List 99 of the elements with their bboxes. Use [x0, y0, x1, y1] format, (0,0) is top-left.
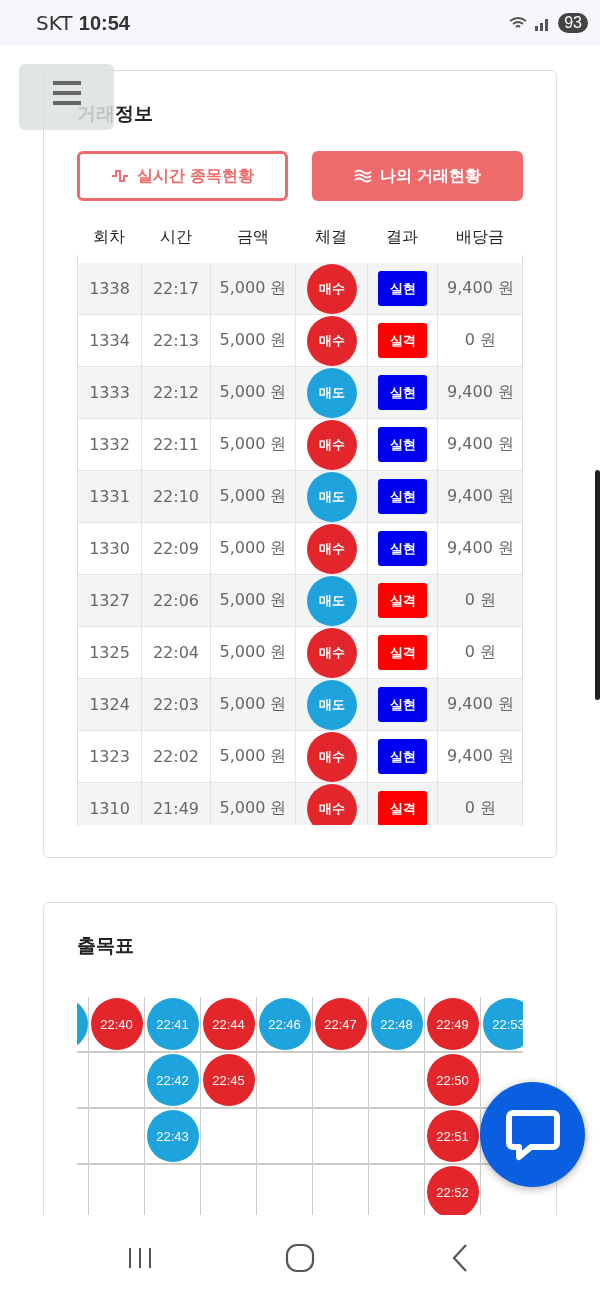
table-cell: 22:13 — [142, 315, 211, 366]
result-circle: 22:51 — [426, 1110, 479, 1162]
table-cell: 1331 — [78, 471, 142, 522]
result-circle: 22:43 — [146, 1110, 199, 1162]
home-icon — [285, 1242, 315, 1273]
table-cell: 5,000 원 — [211, 315, 296, 366]
result-circle: 22:41 — [146, 998, 199, 1050]
carrier-time: SKT 10:54 — [36, 10, 130, 35]
table-cell: 22:06 — [142, 575, 211, 626]
table-cell: 5,000 원 — [211, 679, 296, 730]
result-badge: 실격 — [378, 583, 427, 618]
side-circle: 매수 — [306, 419, 357, 470]
side-circle: 매수 — [306, 263, 357, 314]
table-cell: 1334 — [78, 315, 142, 366]
table-cell: 9,400 원 — [438, 523, 522, 574]
table-cell: 0 원 — [438, 627, 522, 678]
table-cell: 22:09 — [142, 523, 211, 574]
column-header: 시간 — [158, 226, 193, 248]
result-circle: 22:42 — [146, 1054, 199, 1106]
result-badge: 실현 — [378, 687, 427, 722]
column-header: 금액 — [235, 226, 270, 248]
battery-level: 93 — [558, 12, 588, 33]
side-circle: 매도 — [306, 367, 357, 418]
chat-icon — [504, 1108, 561, 1161]
table-cell: 22:03 — [142, 679, 211, 730]
table-cell: 5,000 원 — [211, 367, 296, 418]
result-badge: 실현 — [378, 531, 427, 566]
pulse-icon — [110, 169, 129, 183]
chat-button[interactable] — [480, 1082, 585, 1187]
side-circle: 매도 — [306, 575, 357, 626]
menu-icon — [53, 80, 81, 106]
table-cell: 5,000 원 — [211, 523, 296, 574]
column-header: 체결 — [314, 226, 348, 248]
recent-apps-icon — [126, 1245, 154, 1270]
table-cell: 5,000 원 — [211, 471, 296, 522]
result-circle: 22:49 — [426, 998, 479, 1050]
table-cell: 5,000 원 — [211, 783, 296, 825]
back-icon — [450, 1242, 470, 1273]
result-badge: 실현 — [378, 739, 427, 774]
result-badge: 실현 — [378, 375, 427, 410]
side-circle: 매수 — [306, 783, 357, 825]
table-cell: 22:11 — [142, 419, 211, 470]
table-cell: 1333 — [78, 367, 142, 418]
result-circle: 22:46 — [258, 998, 311, 1050]
table-cell: 22:17 — [142, 263, 211, 314]
table-cell: 0 원 — [438, 315, 522, 366]
side-circle: 매수 — [306, 731, 357, 782]
table-cell: 9,400 원 — [438, 731, 522, 782]
result-circle: 22:45 — [202, 1054, 255, 1106]
table-cell: 5,000 원 — [211, 575, 296, 626]
table-cell: 22:02 — [142, 731, 211, 782]
side-circle: 매도 — [306, 679, 357, 730]
result-badge: 실현 — [378, 271, 427, 306]
result-circle: 22:47 — [314, 998, 367, 1050]
result-circle: 22:50 — [426, 1054, 479, 1106]
table-cell: 0 원 — [438, 783, 522, 825]
table-cell: 22:12 — [142, 367, 211, 418]
table-cell: 1323 — [78, 731, 142, 782]
table-cell: 1324 — [78, 679, 142, 730]
result-circle: 22:48 — [370, 998, 423, 1050]
result-circle: 22:52 — [426, 1166, 479, 1215]
table-cell: 5,000 원 — [211, 627, 296, 678]
table-cell: 0 원 — [438, 575, 522, 626]
table-cell: 1310 — [78, 783, 142, 825]
table-cell: 9,400 원 — [438, 471, 522, 522]
table-cell: 1338 — [78, 263, 142, 314]
table-cell: 1325 — [78, 627, 142, 678]
table-cell: 9,400 원 — [438, 419, 522, 470]
table-cell: 5,000 원 — [211, 263, 296, 314]
tab[interactable]: 실시간 종목현황 — [77, 151, 288, 201]
side-circle: 매수 — [306, 315, 357, 366]
side-circle: 매수 — [306, 627, 357, 678]
table-cell: 5,000 원 — [211, 731, 296, 782]
table-cell: 22:10 — [142, 471, 211, 522]
table-cell: 1332 — [78, 419, 142, 470]
table-cell: 22:04 — [142, 627, 211, 678]
result-badge: 실현 — [378, 479, 427, 514]
table-cell: 9,400 원 — [438, 263, 522, 314]
result-badge: 실격 — [378, 635, 427, 670]
result-circle: 22:40 — [90, 998, 143, 1050]
tab[interactable]: 나의 거래현황 — [312, 151, 523, 201]
column-header: 결과 — [385, 226, 419, 248]
side-circle: 매도 — [306, 471, 357, 522]
result-badge: 실현 — [378, 427, 427, 462]
table-cell: 9,400 원 — [438, 367, 522, 418]
result-badge: 실격 — [378, 791, 427, 825]
waves-icon — [353, 169, 372, 183]
side-circle: 매수 — [306, 523, 357, 574]
table-cell: 21:49 — [142, 783, 211, 825]
table-cell: 1330 — [78, 523, 142, 574]
scroll-handle[interactable] — [595, 470, 600, 700]
column-header: 회차 — [92, 226, 126, 248]
result-badge: 실격 — [378, 323, 427, 358]
table-cell: 5,000 원 — [211, 419, 296, 470]
column-header: 배당금 — [455, 226, 505, 248]
result-circle: 22:44 — [202, 998, 255, 1050]
card-title: 출목표 — [77, 933, 135, 958]
table-cell: 9,400 원 — [438, 679, 522, 730]
table-cell: 1327 — [78, 575, 142, 626]
